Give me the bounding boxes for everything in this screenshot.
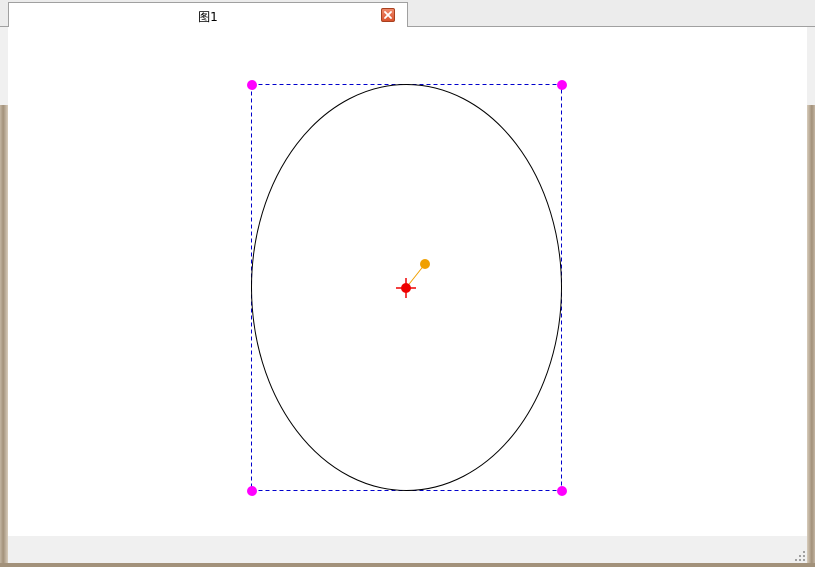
- resize-grip-icon[interactable]: [795, 551, 805, 561]
- drawing-canvas[interactable]: [8, 27, 807, 536]
- resize-handle-bottom-right[interactable]: [557, 486, 567, 496]
- resize-handle-top-right[interactable]: [557, 80, 567, 90]
- tab-strip: 图1: [0, 0, 815, 28]
- resize-handle-bottom-left[interactable]: [247, 486, 257, 496]
- window-frame-right: [807, 105, 815, 567]
- rotation-handle[interactable]: [420, 259, 430, 269]
- status-bar: [8, 536, 807, 563]
- tab-figure1[interactable]: 图1: [8, 2, 408, 28]
- window-frame-bottom: [0, 563, 815, 567]
- window-frame-left: [0, 105, 8, 567]
- resize-handle-top-left[interactable]: [247, 80, 257, 90]
- tab-title: 图1: [198, 10, 218, 24]
- close-icon[interactable]: [381, 8, 395, 22]
- app-window: 图1: [0, 0, 815, 567]
- center-marker-icon[interactable]: [396, 278, 416, 298]
